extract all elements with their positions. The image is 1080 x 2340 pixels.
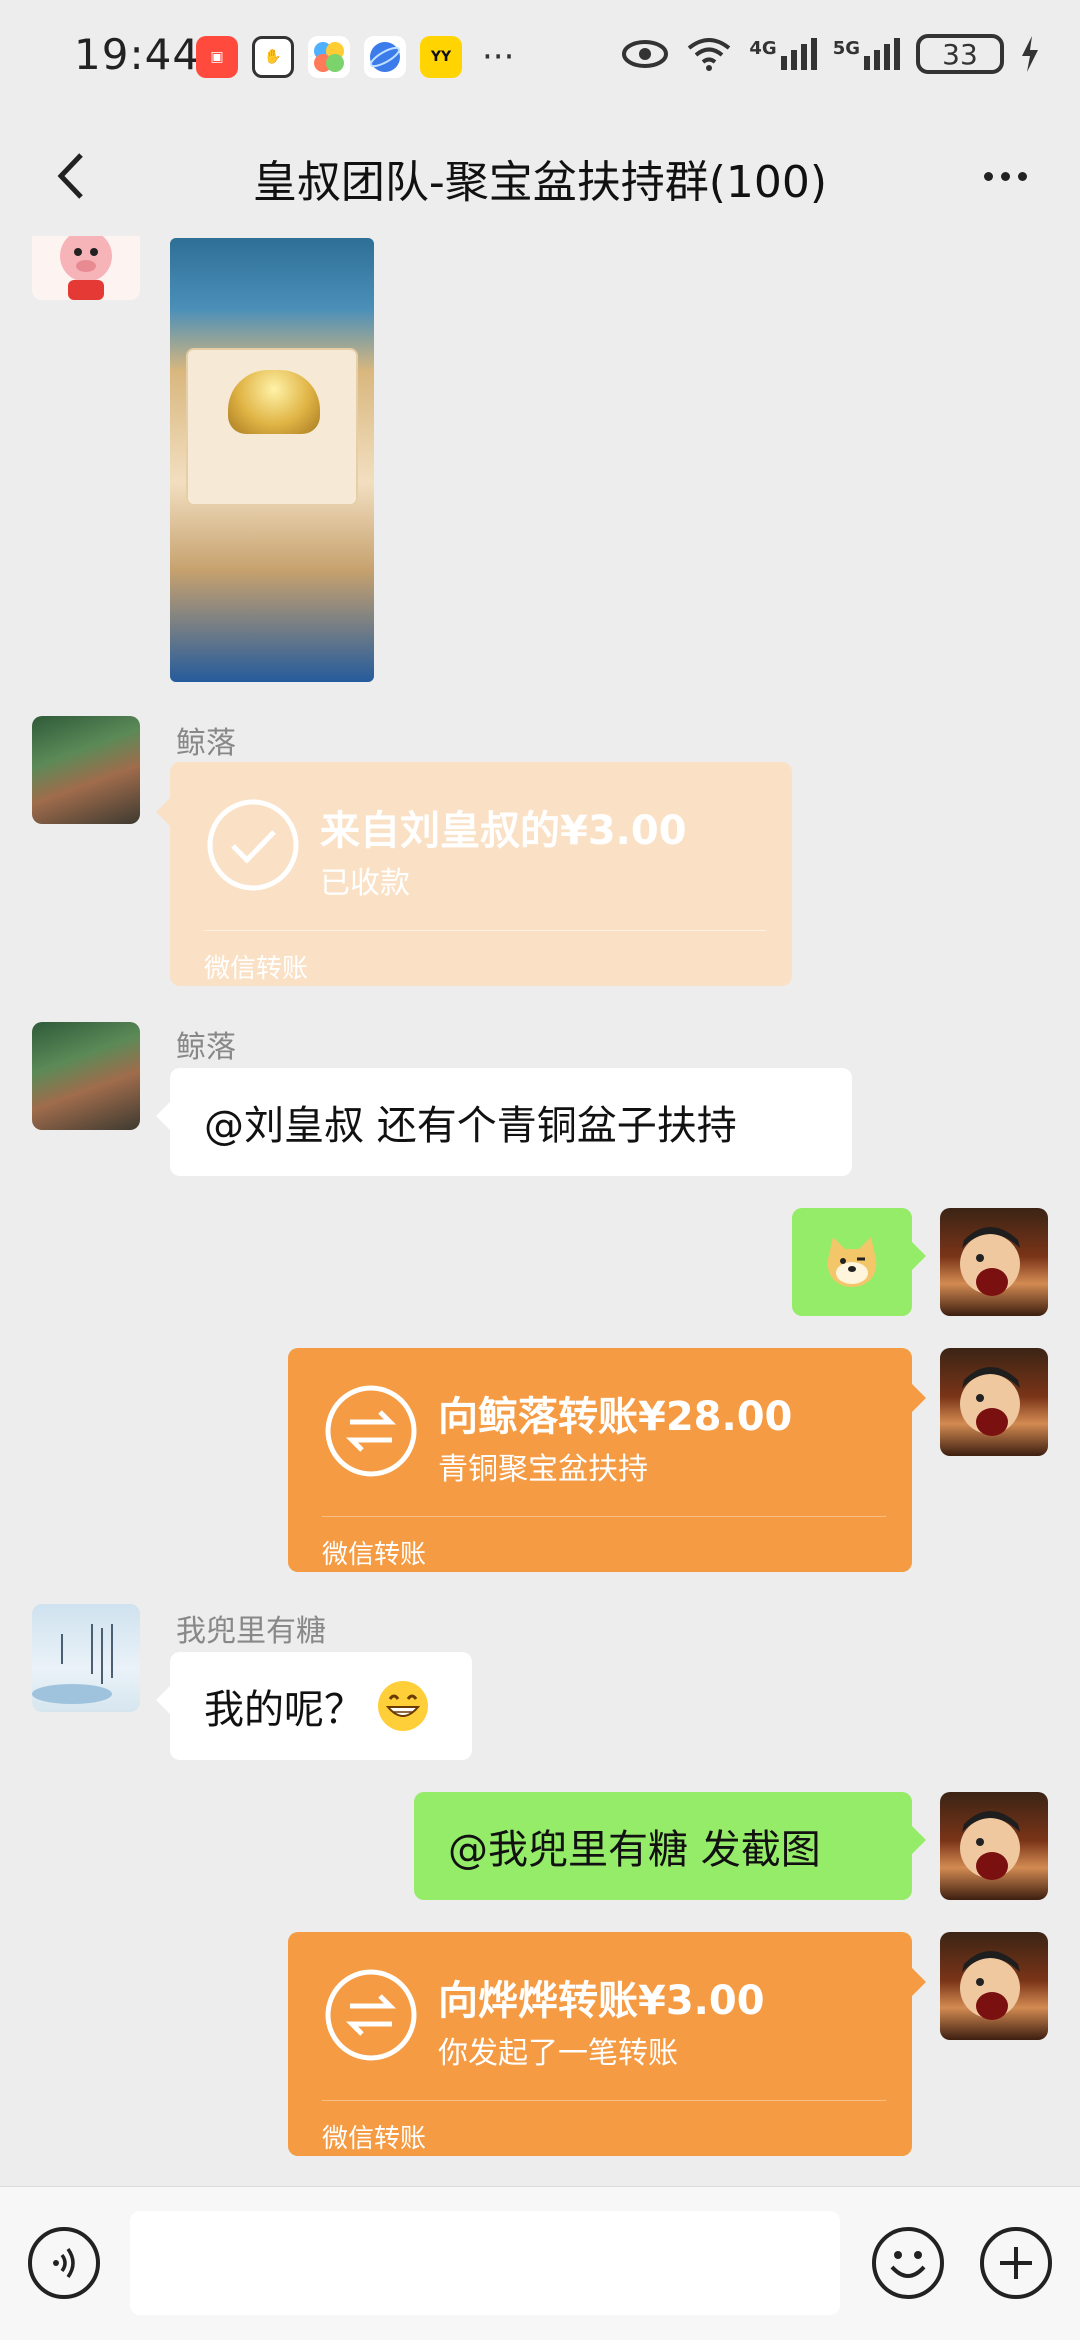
text-message[interactable]: @刘皇叔 还有个青铜盆子扶持	[156, 1068, 852, 1176]
transfer-sent-card[interactable]: 向鲸落转账¥28.00 青铜聚宝盆扶持 微信转账	[288, 1348, 926, 1572]
transfer-note: 你发起了一笔转账	[438, 2036, 678, 2071]
divider	[204, 930, 766, 931]
wifi-icon	[688, 38, 731, 71]
avatar[interactable]	[32, 236, 140, 300]
dot	[983, 171, 993, 181]
avatar[interactable]	[32, 716, 140, 824]
hand-icon: ✋	[252, 36, 294, 78]
transfer-title: 来自刘皇叔的¥3.00	[320, 808, 687, 854]
status-app-icons: ▣ ✋ YY ···	[196, 36, 514, 78]
avatar[interactable]	[32, 1022, 140, 1130]
chat-title: 皇叔团队-聚宝盆扶持群(100)	[252, 157, 828, 208]
transfer-status: 已收款	[320, 866, 410, 901]
message-list[interactable]: 鲸落 来自刘皇叔的¥3.00 已收款 微信转账 鲸落 @刘皇叔 还有个青铜盆子扶…	[0, 236, 1080, 2186]
doge-emoji-icon	[827, 1237, 877, 1287]
plus-icon	[1000, 2247, 1032, 2279]
dot	[1000, 171, 1010, 181]
transfer-title: 向鲸落转账¥28.00	[438, 1394, 793, 1440]
smiley-icon	[890, 2251, 926, 2278]
message-input[interactable]	[130, 2211, 840, 2315]
transfer-title: 向烨烨转账¥3.00	[438, 1978, 765, 2024]
battery-indicator: 33	[916, 34, 1004, 74]
transfer-received-card[interactable]: 来自刘皇叔的¥3.00 已收款 微信转账	[156, 762, 792, 986]
browser-icon	[364, 36, 406, 78]
status-bar: 19:44 ▣ ✋ YY ··· 4G 5G 33	[0, 0, 1080, 120]
yy-icon: YY	[420, 36, 462, 78]
more-options-button[interactable]	[970, 146, 1040, 206]
transfer-arrows-icon	[325, 1385, 417, 1477]
more-actions-button[interactable]	[980, 2227, 1052, 2299]
avatar[interactable]	[940, 1932, 1048, 2040]
image-message[interactable]	[170, 238, 374, 682]
message-text: 我的呢？	[204, 1687, 364, 1733]
avatar[interactable]	[32, 1604, 140, 1712]
voice-button[interactable]	[28, 2227, 100, 2299]
eye-icon	[622, 40, 669, 68]
emoji-button[interactable]	[872, 2227, 944, 2299]
divider	[322, 1516, 886, 1517]
sender-name: 我兜里有糖	[176, 1614, 326, 1649]
dot	[1017, 171, 1027, 181]
transfer-footer: 微信转账	[322, 2124, 427, 2154]
grin-emoji-icon	[378, 1681, 428, 1731]
transfer-sent-card[interactable]: 向烨烨转账¥3.00 你发起了一笔转账 微信转账	[288, 1932, 926, 2156]
sticker-message[interactable]	[792, 1208, 926, 1316]
transfer-footer: 微信转账	[322, 1540, 427, 1570]
pinwheel-icon	[308, 36, 350, 78]
check-circle-icon	[207, 799, 299, 891]
signal-4g-icon: 4G	[749, 38, 817, 70]
charging-icon	[1022, 36, 1038, 72]
signal-5g-icon: 5G	[833, 38, 900, 70]
status-right: 4G 5G 33	[621, 34, 1040, 74]
kuaishou-icon: ▣	[196, 36, 238, 78]
chat-header: 皇叔团队-聚宝盆扶持群(100)	[0, 120, 1080, 236]
treasure-pot-image	[228, 370, 320, 434]
text-message[interactable]: 我的呢？	[156, 1652, 472, 1760]
avatar[interactable]	[940, 1348, 1048, 1456]
avatar[interactable]	[940, 1208, 1048, 1316]
more-notifications-icon: ···	[482, 37, 515, 77]
input-bar	[0, 2186, 1080, 2340]
game-card-thumbnail	[186, 348, 358, 506]
avatar[interactable]	[940, 1792, 1048, 1900]
divider	[322, 2100, 886, 2101]
status-time: 19:44	[74, 30, 201, 79]
voice-icon	[53, 2247, 75, 2279]
sender-name: 鲸落	[176, 1030, 236, 1065]
text-message[interactable]: @我兜里有糖 发截图	[414, 1792, 926, 1900]
transfer-footer: 微信转账	[204, 954, 309, 984]
transfer-arrows-icon	[325, 1969, 417, 2061]
transfer-note: 青铜聚宝盆扶持	[438, 1452, 648, 1487]
sender-name: 鲸落	[176, 726, 236, 761]
